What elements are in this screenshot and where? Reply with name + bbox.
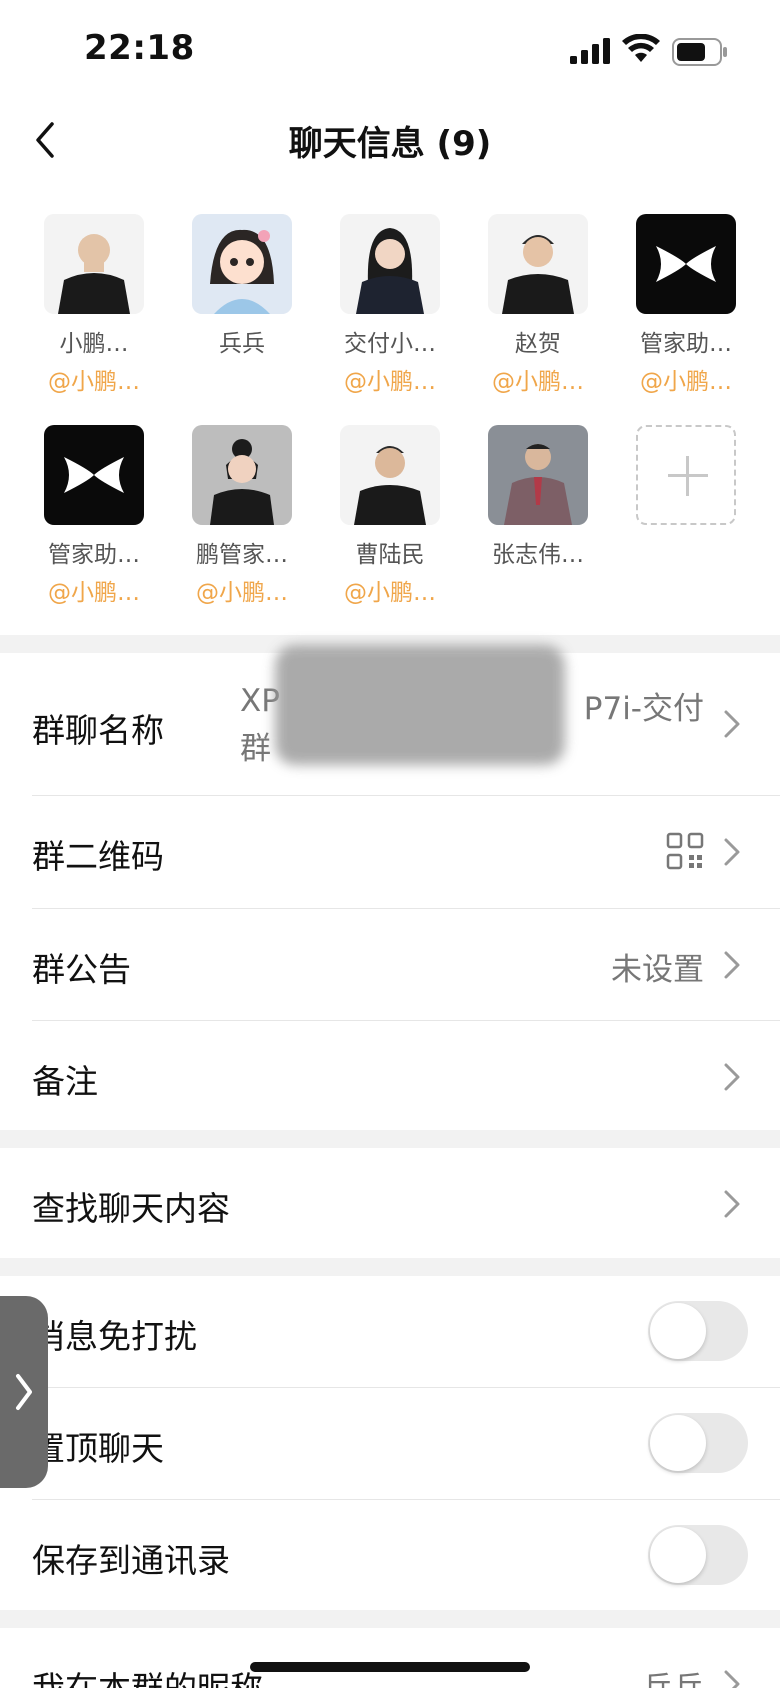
pin-chat-row: 置顶聊天 (0, 1388, 780, 1499)
add-member-button[interactable] (612, 425, 760, 525)
member-name: 赵贺 (515, 331, 561, 357)
chevron-right-icon (724, 1063, 740, 1091)
member-tag: @小鹏… (48, 580, 140, 606)
member-name: 曹陆民 (355, 542, 425, 568)
group-announcement-value: 未设置 (611, 952, 704, 988)
remark-row[interactable]: 备注 (0, 1021, 780, 1130)
member-item[interactable]: 兵兵 (168, 214, 316, 362)
toggle-section: 消息免打扰 置顶聊天 保存到通讯录 (0, 1276, 780, 1610)
member-tag: @小鹏… (640, 369, 732, 395)
save-contacts-label: 保存到通讯录 (32, 1541, 230, 1580)
status-time: 22:18 (84, 28, 195, 68)
member-tag: @小鹏… (196, 580, 288, 606)
member-name: 小鹏… (59, 331, 129, 357)
chevron-right-icon (724, 1190, 740, 1218)
member-item[interactable]: 赵贺 @小鹏… (464, 214, 612, 396)
member-item[interactable]: 小鹏… @小鹏… (20, 214, 168, 396)
member-item[interactable]: 交付小… @小鹏… (316, 214, 464, 396)
chevron-right-icon (724, 1670, 740, 1688)
member-item[interactable]: 曹陆民 @小鹏… (316, 425, 464, 607)
qr-code-icon (666, 832, 704, 870)
member-item[interactable]: 张志伟… (464, 425, 612, 573)
page-title: 聊天信息 (9) (288, 124, 492, 164)
cellular-signal-icon (570, 38, 610, 64)
mute-row: 消息免打扰 (0, 1276, 780, 1387)
pin-chat-label: 置顶聊天 (32, 1429, 164, 1468)
status-bar: 22:18 (0, 0, 780, 100)
wifi-icon (622, 34, 660, 62)
member-avatar (636, 214, 736, 314)
chevron-right-icon (724, 710, 740, 738)
toggle-knob (650, 1303, 706, 1359)
group-name-value-start: XP (240, 683, 280, 719)
remark-label: 备注 (32, 1062, 98, 1101)
member-avatar (340, 425, 440, 525)
nickname-section: 我在本群的昵称 兵兵 (0, 1628, 780, 1688)
search-section: 查找聊天内容 (0, 1148, 780, 1258)
member-tag: @小鹏… (492, 369, 584, 395)
member-name: 管家助… (640, 331, 732, 357)
member-avatar (192, 425, 292, 525)
group-announcement-row[interactable]: 群公告 未设置 (0, 909, 780, 1020)
member-avatar (488, 425, 588, 525)
save-contacts-row: 保存到通讯录 (0, 1500, 780, 1610)
side-drawer-handle[interactable] (0, 1296, 48, 1488)
group-qr-row[interactable]: 群二维码 (0, 796, 780, 908)
group-name-value-end: P7i-交付 (583, 691, 704, 727)
member-avatar (340, 214, 440, 314)
member-name: 交付小… (344, 331, 436, 357)
redaction-blur (275, 645, 565, 765)
group-name-label: 群聊名称 (32, 711, 164, 750)
chevron-right-icon (724, 951, 740, 979)
nickname-value: 兵兵 (642, 1663, 704, 1688)
member-name: 兵兵 (219, 331, 265, 357)
toggle-knob (650, 1527, 706, 1583)
chevron-right-icon (16, 1374, 32, 1410)
search-chat-label: 查找聊天内容 (32, 1189, 230, 1228)
add-member-plus-icon (636, 425, 736, 525)
member-avatar (488, 214, 588, 314)
member-grid: 小鹏… @小鹏… 兵兵 交付小… @小鹏… 赵贺 @小鹏… 管家助… @小鹏… (0, 180, 780, 635)
member-tag: @小鹏… (344, 580, 436, 606)
battery-icon (672, 38, 727, 66)
search-chat-row[interactable]: 查找聊天内容 (0, 1148, 780, 1258)
member-tag: @小鹏… (48, 369, 140, 395)
pin-chat-toggle[interactable] (648, 1413, 748, 1473)
member-name: 张志伟… (492, 542, 584, 568)
member-item[interactable]: 鹏管家… @小鹏… (168, 425, 316, 607)
member-avatar (44, 214, 144, 314)
member-avatar (44, 425, 144, 525)
member-avatar (192, 214, 292, 314)
member-tag: @小鹏… (344, 369, 436, 395)
group-announcement-label: 群公告 (32, 950, 131, 989)
nav-bar: 聊天信息 (9) (0, 100, 780, 180)
mute-label: 消息免打扰 (32, 1317, 197, 1356)
nickname-row[interactable]: 我在本群的昵称 兵兵 (0, 1628, 780, 1688)
member-item[interactable]: 管家助… @小鹏… (612, 214, 760, 396)
member-name: 鹏管家… (196, 542, 288, 568)
home-indicator (250, 1662, 530, 1672)
toggle-knob (650, 1415, 706, 1471)
save-contacts-toggle[interactable] (648, 1525, 748, 1585)
mute-toggle[interactable] (648, 1301, 748, 1361)
nickname-label: 我在本群的昵称 (32, 1662, 263, 1688)
chevron-right-icon (724, 838, 740, 866)
member-name: 管家助… (48, 542, 140, 568)
group-name-value-line2: 群 (240, 731, 271, 767)
group-qr-label: 群二维码 (32, 837, 164, 876)
member-item[interactable]: 管家助… @小鹏… (20, 425, 168, 607)
